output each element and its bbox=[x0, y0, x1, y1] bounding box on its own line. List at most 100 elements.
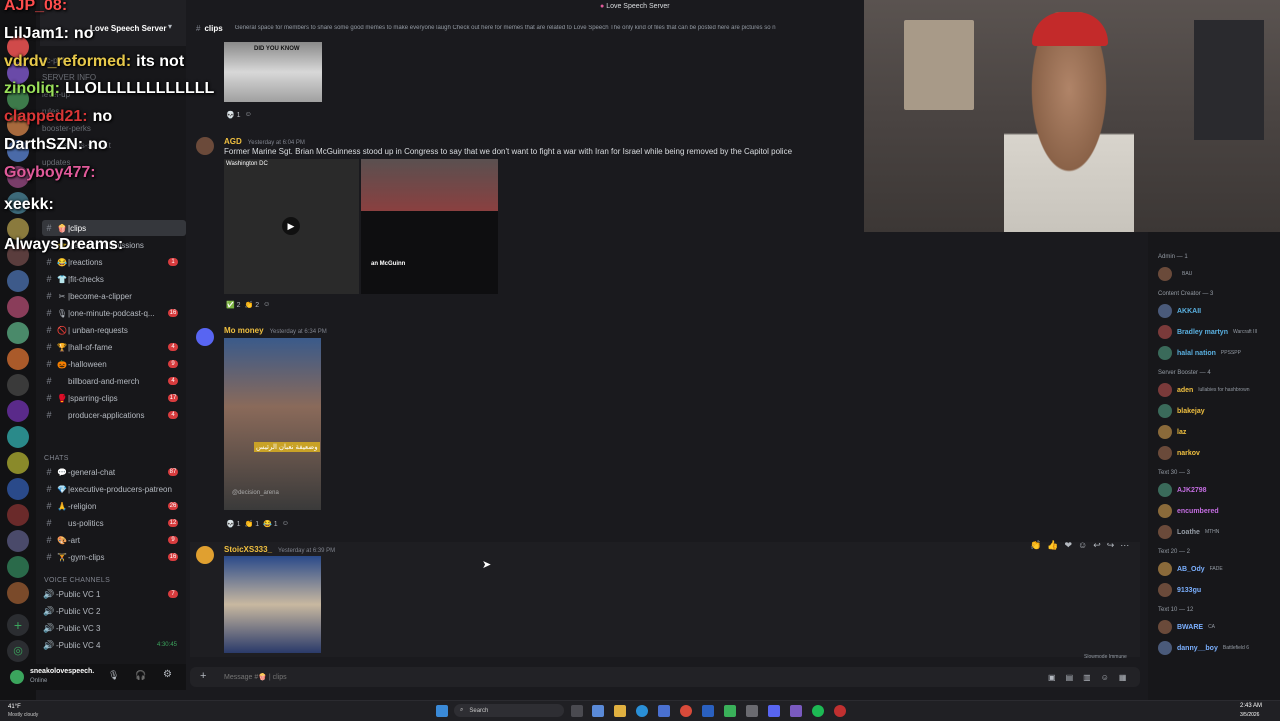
spotify-icon[interactable] bbox=[812, 705, 824, 717]
weather-temp[interactable]: 41°F bbox=[8, 704, 21, 710]
app-icon[interactable] bbox=[790, 705, 802, 717]
app-icon[interactable] bbox=[702, 705, 714, 717]
server-icon[interactable] bbox=[7, 556, 29, 578]
server-icon[interactable] bbox=[7, 270, 29, 292]
member-item[interactable]: aden lullabies for hashbrown bbox=[1158, 382, 1249, 398]
mic-icon[interactable]: 🎙 bbox=[108, 670, 119, 681]
member-item[interactable]: Loathe MTHN bbox=[1158, 524, 1219, 540]
channel-item[interactable]: 🔊 -Public VC 4 4:30:45 bbox=[42, 637, 186, 653]
app-icon[interactable] bbox=[724, 705, 736, 717]
channel-item[interactable]: # us-politics 12 bbox=[42, 515, 186, 531]
member-item[interactable]: laz bbox=[1158, 424, 1186, 440]
message-author[interactable]: AGD Yesterday at 6:04 PM bbox=[224, 137, 305, 146]
channel-item[interactable]: # 🎃 -halloween 9 bbox=[42, 356, 186, 372]
meme-image[interactable]: DID YOU KNOW bbox=[224, 42, 322, 102]
server-icon[interactable] bbox=[7, 426, 29, 448]
taskbar-search[interactable]: ⌕ Search bbox=[454, 704, 564, 717]
emoji-icon[interactable]: ☺ bbox=[1101, 673, 1109, 682]
add-reaction-icon[interactable]: ☺ bbox=[245, 111, 252, 118]
avatar[interactable] bbox=[196, 137, 214, 155]
member-item[interactable]: danny__boy Battlefield 6 bbox=[1158, 640, 1249, 656]
channel-item[interactable]: # 🥊 |sparring-clips 17 bbox=[42, 390, 186, 406]
member-item[interactable]: narkov bbox=[1158, 445, 1200, 461]
video-embed[interactable]: Washington DC ▶ bbox=[224, 159, 359, 294]
server-icon[interactable] bbox=[7, 478, 29, 500]
image-embed[interactable]: an McGuinn bbox=[361, 159, 498, 294]
member-item[interactable]: AB_Ody FADE bbox=[1158, 561, 1223, 577]
channel-item[interactable]: 🔊 -Public VC 3 bbox=[42, 620, 186, 636]
channel-item[interactable]: # 🚫 | unban-requests bbox=[42, 322, 186, 338]
video-embed[interactable] bbox=[224, 556, 321, 653]
avatar[interactable] bbox=[196, 328, 214, 346]
member-item[interactable]: AKKAII bbox=[1158, 303, 1201, 319]
message-author[interactable]: StoicXS333_ Yesterday at 6:39 PM bbox=[224, 545, 335, 554]
app-icon[interactable] bbox=[746, 705, 758, 717]
channel-item[interactable]: # producer-applications 4 bbox=[42, 407, 186, 423]
server-icon[interactable] bbox=[7, 452, 29, 474]
reaction-check[interactable]: ✅ 2 bbox=[226, 301, 241, 309]
member-item[interactable]: 9133gu bbox=[1158, 582, 1201, 598]
member-item[interactable]: BWARE CA bbox=[1158, 619, 1215, 635]
server-icon[interactable] bbox=[7, 322, 29, 344]
channel-item[interactable]: # 🎙 |one-minute-podcast-q... 16 bbox=[42, 305, 186, 321]
react-icon[interactable]: 👏 bbox=[1030, 540, 1041, 551]
channel-item[interactable]: # 🎨 -art 9 bbox=[42, 532, 186, 548]
message-author[interactable]: Mo money Yesterday at 6:34 PM bbox=[224, 326, 327, 335]
channel-item[interactable]: 🔊 -Public VC 2 bbox=[42, 603, 186, 619]
server-icon[interactable] bbox=[7, 400, 29, 422]
category-chats[interactable]: CHATS bbox=[44, 455, 69, 462]
react-icon[interactable]: ❤ bbox=[1064, 540, 1072, 551]
sticker-icon[interactable]: ▥ bbox=[1083, 673, 1091, 682]
channel-item[interactable]: # 🏆 |hall-of-fame 4 bbox=[42, 339, 186, 355]
chrome-icon[interactable] bbox=[680, 705, 692, 717]
reaction-skull[interactable]: 💀 1 bbox=[226, 520, 241, 528]
gift-icon[interactable]: ▣ bbox=[1048, 673, 1056, 682]
add-attachment-icon[interactable]: + bbox=[200, 670, 206, 682]
obs-icon[interactable] bbox=[834, 705, 846, 717]
reaction-skull[interactable]: 💀 1 bbox=[226, 111, 241, 119]
server-icon[interactable] bbox=[7, 504, 29, 526]
member-item[interactable]: blakejay bbox=[1158, 403, 1205, 419]
channel-item[interactable]: # 👕 |fit-checks bbox=[42, 271, 186, 287]
message-input[interactable] bbox=[222, 670, 926, 685]
add-reaction-icon[interactable]: ☺ bbox=[1078, 540, 1087, 551]
channel-item[interactable]: # 💬 -general-chat 87 bbox=[42, 464, 186, 480]
channel-item[interactable]: # ✂ |become-a-clipper bbox=[42, 288, 186, 304]
channel-item[interactable]: # 💎 |executive-producers-patreon bbox=[42, 481, 186, 497]
play-icon[interactable]: ▶ bbox=[282, 217, 300, 235]
react-icon[interactable]: 👍 bbox=[1047, 540, 1058, 551]
channel-item[interactable]: # billboard-and-merch 4 bbox=[42, 373, 186, 389]
channel-item[interactable]: # 🙏 -religion 26 bbox=[42, 498, 186, 514]
server-icon[interactable] bbox=[7, 374, 29, 396]
channel-topic[interactable]: General space for members to share some … bbox=[235, 25, 835, 31]
add-reaction-icon[interactable]: ☺ bbox=[282, 520, 289, 527]
edge-icon[interactable] bbox=[636, 705, 648, 717]
apps-icon[interactable]: ▦ bbox=[1119, 673, 1127, 682]
server-icon[interactable] bbox=[7, 296, 29, 318]
app-icon[interactable] bbox=[658, 705, 670, 717]
reaction-clap[interactable]: 👏 2 bbox=[245, 301, 260, 309]
avatar[interactable] bbox=[196, 546, 214, 564]
start-icon[interactable] bbox=[436, 705, 448, 717]
gear-icon[interactable]: ⚙ bbox=[163, 669, 172, 680]
folder-icon[interactable] bbox=[614, 705, 626, 717]
member-item[interactable]: encumbered bbox=[1158, 503, 1219, 519]
reaction-laugh[interactable]: 😂 1 bbox=[263, 520, 278, 528]
server-icon[interactable] bbox=[7, 582, 29, 604]
add-server-icon[interactable]: + bbox=[7, 614, 29, 636]
member-item[interactable]: BAU bbox=[1158, 266, 1192, 282]
reply-icon[interactable]: ↩ bbox=[1093, 540, 1101, 551]
discover-icon[interactable]: ◎ bbox=[7, 640, 29, 662]
headphones-icon[interactable]: 🎧 bbox=[135, 670, 146, 681]
reaction-clap[interactable]: 👏 1 bbox=[245, 520, 260, 528]
video-embed[interactable]: وضعيفة نعبان الرئيس @decision_arena bbox=[224, 338, 321, 510]
more-icon[interactable]: ⋯ bbox=[1120, 540, 1129, 551]
discord-icon[interactable] bbox=[768, 705, 780, 717]
taskview-icon[interactable] bbox=[571, 705, 583, 717]
member-item[interactable]: Bradley martyn Warcraft III bbox=[1158, 324, 1257, 340]
channel-item[interactable]: # 🏋 -gym-clips 16 bbox=[42, 549, 186, 565]
forward-icon[interactable]: ↪ bbox=[1107, 540, 1115, 551]
clock-time[interactable]: 2:43 AM bbox=[1240, 703, 1262, 709]
server-icon[interactable] bbox=[7, 348, 29, 370]
app-icon[interactable] bbox=[592, 705, 604, 717]
